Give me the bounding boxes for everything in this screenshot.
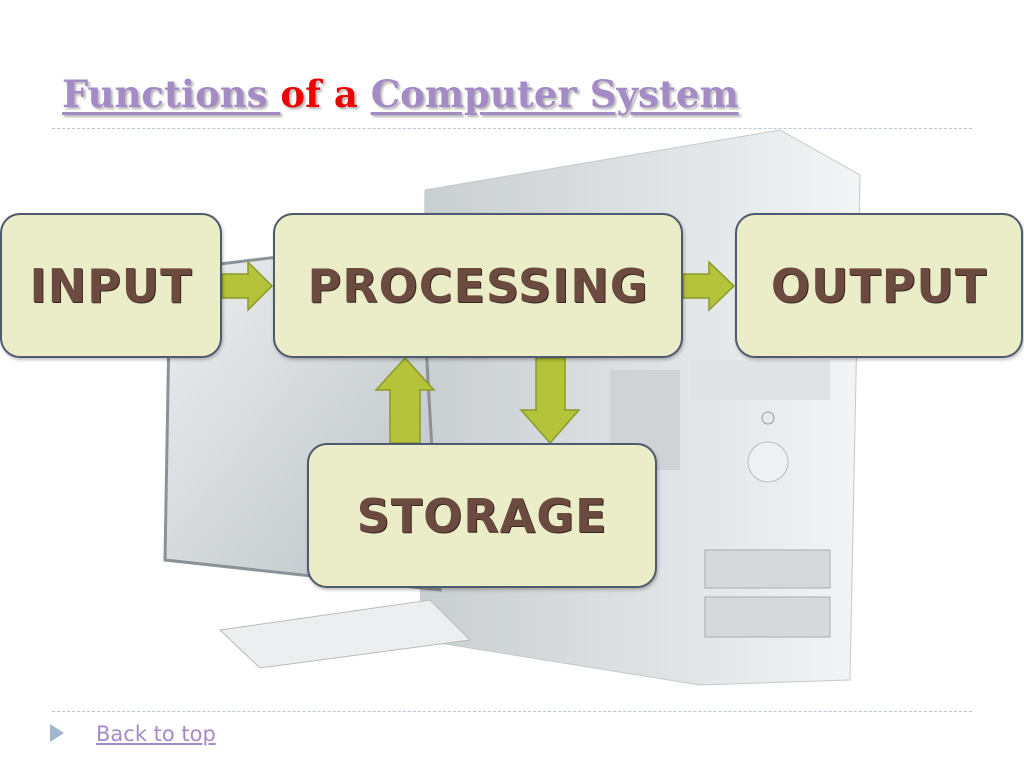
- bullet-triangle-icon: [50, 724, 64, 742]
- node-storage-label: STORAGE: [356, 488, 608, 543]
- arrow-storage-to-processing: [374, 356, 436, 444]
- arrow-processing-to-storage: [519, 357, 581, 445]
- node-processing: PROCESSING: [273, 213, 683, 358]
- back-to-top-link[interactable]: Back to top: [96, 722, 216, 746]
- arrow-input-to-processing: [221, 260, 274, 312]
- node-output-label: OUTPUT: [770, 258, 988, 313]
- footer-divider: [52, 711, 972, 712]
- flow-arrows: [221, 260, 736, 445]
- arrow-processing-to-output: [682, 260, 736, 312]
- node-storage: STORAGE: [307, 443, 657, 588]
- node-input: INPUT: [0, 213, 222, 358]
- node-input-label: INPUT: [29, 258, 193, 313]
- node-output: OUTPUT: [735, 213, 1023, 358]
- node-processing-label: PROCESSING: [307, 258, 649, 313]
